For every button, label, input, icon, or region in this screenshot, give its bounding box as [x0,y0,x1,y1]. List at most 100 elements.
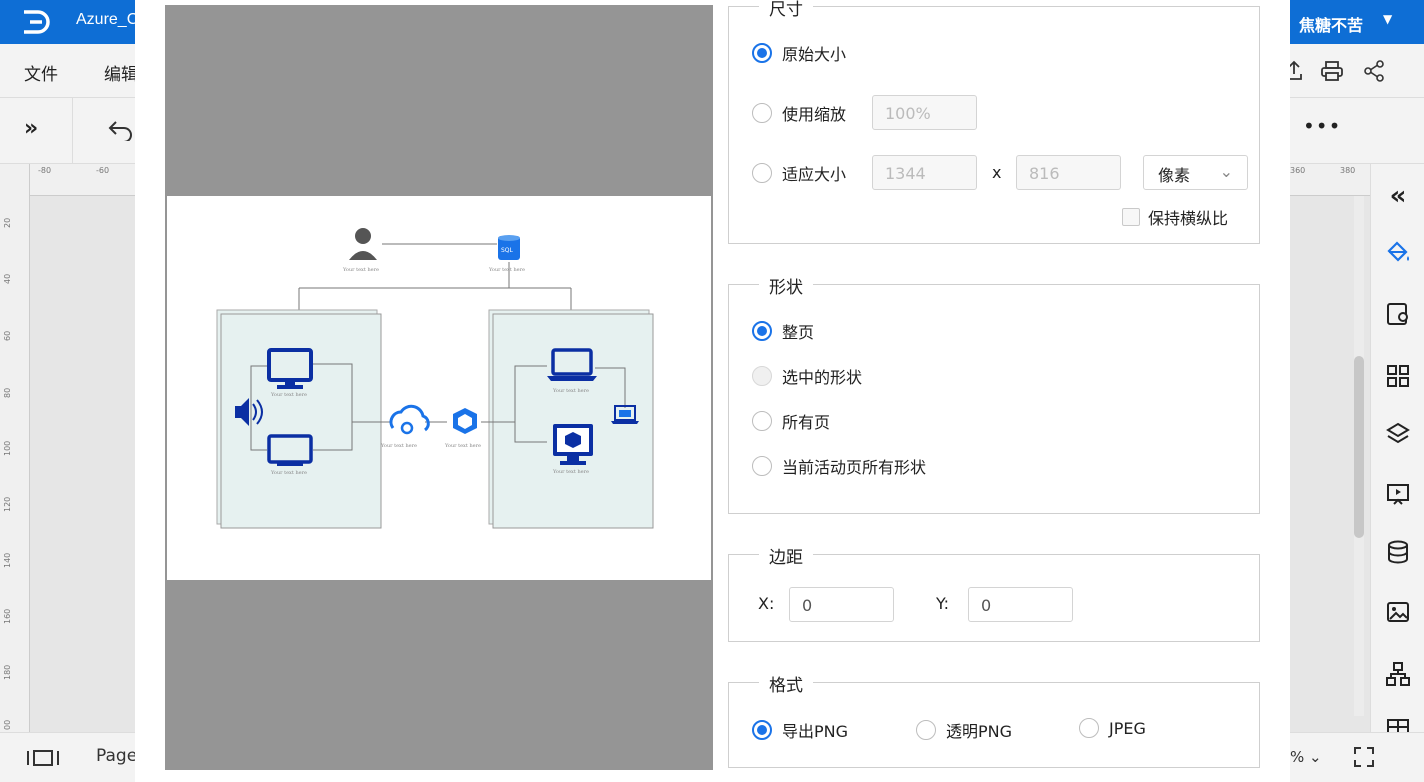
radio-indicator[interactable] [752,163,772,183]
checkbox-indicator[interactable] [1122,208,1140,226]
sql-database-icon: SQL [498,235,520,260]
cloud-sync-icon [389,404,430,435]
margin-x-input[interactable]: 0 [789,587,894,622]
use-scale-radio[interactable]: 使用缩放 [752,101,846,125]
export-png-radio[interactable]: 导出PNG [752,718,848,742]
diagram-label: Your text here [552,469,589,475]
ruler-label: -60 [96,166,110,175]
menu-edit[interactable]: 编辑 [104,60,138,85]
radio-indicator[interactable] [752,43,772,63]
collapse-panel-icon[interactable]: « [1382,180,1414,212]
toolbar-divider [72,98,73,164]
undo-icon[interactable] [108,119,134,141]
sql-label: SQL [501,247,514,254]
page-tab-label[interactable]: Page [96,746,137,766]
original-size-radio[interactable]: 原始大小 [752,41,846,65]
fill-style-icon[interactable] [1382,236,1414,268]
whole-page-radio[interactable]: 整页 [752,319,814,343]
unit-select-value: 像素 [1158,166,1191,185]
diagram-label: Your text here [488,267,525,273]
export-png-label: 导出PNG [782,722,849,741]
ruler-label: 00 [3,719,12,730]
image-icon[interactable] [1382,596,1414,628]
ruler-label: 140 [3,552,12,568]
ruler-label: 80 [3,387,12,398]
scrollbar-thumb[interactable] [1354,356,1364,538]
use-scale-label: 使用缩放 [782,105,847,124]
user-menu-chevron-icon[interactable]: ▼ [1383,12,1392,26]
all-pages-radio[interactable]: 所有页 [752,409,830,433]
radio-indicator[interactable] [752,366,772,386]
ruler-label: 360 [1290,166,1306,175]
ruler-label: 40 [3,273,12,284]
share-icon[interactable] [1362,59,1386,83]
user-name[interactable]: 焦糖不苦 [1299,12,1363,36]
print-icon[interactable] [1320,60,1344,82]
margin-y-input[interactable]: 0 [968,587,1073,622]
ruler-label: 160 [3,608,12,624]
org-chart-icon[interactable] [1382,658,1414,690]
ruler-label: 20 [3,217,12,228]
radio-indicator[interactable] [752,103,772,123]
database-icon[interactable] [1382,536,1414,568]
all-pages-label: 所有页 [782,413,831,432]
radio-indicator[interactable] [752,456,772,476]
document-title[interactable]: Azure_C [76,11,138,29]
keep-aspect-ratio-label: 保持横纵比 [1148,209,1229,228]
export-preview-image: Your text here SQL Your text here Your t… [167,196,711,580]
zoom-value: % [1290,748,1305,766]
margin-legend: 边距 [759,543,813,568]
format-legend: 格式 [759,671,813,696]
page-view-icon[interactable] [26,749,60,767]
more-options-icon[interactable]: ••• [1303,114,1341,138]
transparent-png-label: 透明PNG [946,722,1013,741]
current-page-shapes-radio[interactable]: 当前活动页所有形状 [752,454,926,478]
expand-panel-icon[interactable]: » [24,116,38,141]
azure-cube-icon [453,408,477,434]
fit-size-radio[interactable]: 适应大小 [752,161,846,185]
right-side-panel: « [1370,164,1424,782]
ruler-label: 380 [1340,166,1356,175]
height-input[interactable]: 816 [1016,155,1121,190]
jpeg-label: JPEG [1109,718,1146,738]
selected-shapes-label: 选中的形状 [782,368,863,387]
ruler-label: 60 [3,330,12,341]
margin-y-label: Y: [936,594,950,613]
apps-grid-icon[interactable] [1382,360,1414,392]
diagram-label: Your text here [444,443,481,449]
chevron-down-icon: ⌄ [1219,162,1233,181]
original-size-label: 原始大小 [782,45,847,64]
radio-indicator[interactable] [752,720,772,740]
zoom-level[interactable]: % ⌄ [1290,748,1322,766]
diagram-label: Your text here [380,443,417,449]
radio-indicator[interactable] [1079,718,1099,738]
radio-indicator[interactable] [752,321,772,341]
diagram-label: Your text here [552,388,589,394]
selected-shapes-radio[interactable]: 选中的形状 [752,364,862,388]
ruler-left: 20 40 60 80 100 120 140 160 180 00 [0,164,30,732]
ruler-label: -80 [38,166,52,175]
app-logo-icon[interactable] [20,8,54,36]
ruler-label: 100 [3,440,12,456]
architecture-diagram: Your text here SQL Your text here Your t… [216,228,654,529]
scale-input[interactable]: 100% [872,95,977,130]
radio-indicator[interactable] [916,720,936,740]
menu-file[interactable]: 文件 [24,60,58,85]
presentation-icon[interactable] [1382,478,1414,510]
whole-page-label: 整页 [782,323,815,342]
jpeg-radio[interactable]: JPEG [1079,718,1146,738]
layers-icon[interactable] [1382,418,1414,450]
current-page-shapes-label: 当前活动页所有形状 [782,458,927,477]
diagram-label: Your text here [270,392,307,398]
fullscreen-icon[interactable] [1352,745,1376,769]
shape-settings-icon[interactable] [1382,298,1414,330]
keep-aspect-ratio-checkbox[interactable]: 保持横纵比 [1122,205,1228,229]
ruler-label: 180 [3,664,12,680]
shape-legend: 形状 [759,273,813,298]
unit-select[interactable]: 像素 ⌄ [1143,155,1248,190]
user-icon [349,228,377,260]
transparent-png-radio[interactable]: 透明PNG [916,718,1012,742]
radio-indicator[interactable] [752,411,772,431]
width-input[interactable]: 1344 [872,155,977,190]
margin-x-label: X: [758,594,775,613]
